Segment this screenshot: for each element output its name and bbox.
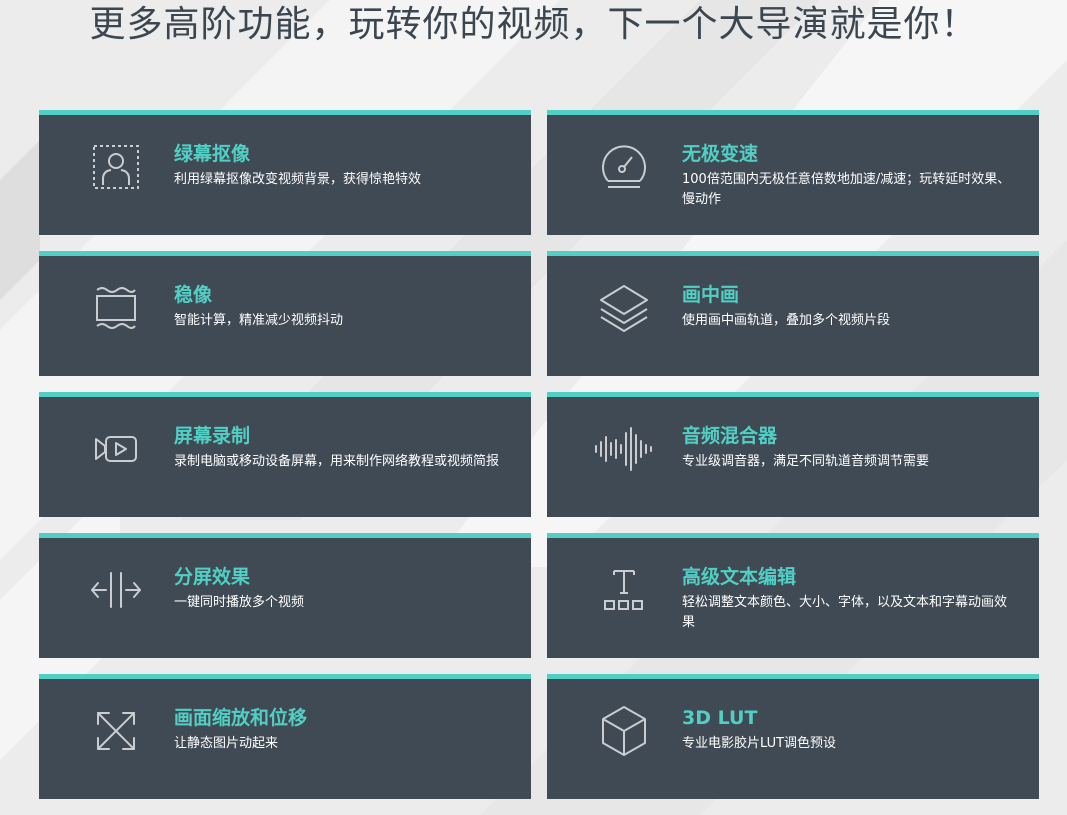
page-title: 更多高阶功能，玩转你的视频，下一个大导演就是你！ <box>89 4 978 45</box>
feature-description: 专业级调音器，满足不同轨道音频调节需要 <box>682 454 930 469</box>
feature-grid: 绿幕抠像 利用绿幕抠像改变视频背景，获得惊艳特效 无极变速 100倍范围内无极任… <box>39 110 1039 799</box>
feature-card-screen-recording: 屏幕录制 录制电脑或移动设备屏幕，用来制作网络教程或视频简报 <box>39 392 531 517</box>
feature-title: 音频混合器 <box>682 425 778 447</box>
feature-title: 画中画 <box>682 284 740 306</box>
feature-card-3d-lut: 3D LUT 专业电影胶片LUT调色预设 <box>547 674 1039 799</box>
feature-description: 利用绿幕抠像改变视频背景，获得惊艳特效 <box>174 172 422 187</box>
cube-icon <box>593 703 655 759</box>
sound-wave-icon <box>593 421 655 477</box>
feature-title: 无极变速 <box>682 143 759 165</box>
feature-card-green-screen: 绿幕抠像 利用绿幕抠像改变视频背景，获得惊艳特效 <box>39 110 531 235</box>
split-screen-icon <box>85 562 147 618</box>
feature-card-split-screen: 分屏效果 一键同时播放多个视频 <box>39 533 531 658</box>
feature-description: 100倍范围内无极任意倍数地加速/减速；玩转延时效果、慢动作 <box>682 172 1011 207</box>
feature-description: 轻松调整文本颜色、大小、字体，以及文本和字幕动画效果 <box>682 595 1008 630</box>
feature-description: 让静态图片动起来 <box>174 736 279 751</box>
feature-description: 使用画中画轨道，叠加多个视频片段 <box>682 313 891 328</box>
feature-card-text-editing: 高级文本编辑 轻松调整文本颜色、大小、字体，以及文本和字幕动画效果 <box>547 533 1039 658</box>
speedometer-icon <box>593 139 655 195</box>
feature-title: 画面缩放和位移 <box>174 707 308 729</box>
stabilization-icon <box>85 280 147 336</box>
feature-title: 稳像 <box>174 284 213 306</box>
feature-card-variable-speed: 无极变速 100倍范围内无极任意倍数地加速/减速；玩转延时效果、慢动作 <box>547 110 1039 235</box>
feature-description: 录制电脑或移动设备屏幕，用来制作网络教程或视频简报 <box>174 454 500 469</box>
layers-icon <box>593 280 655 336</box>
green-screen-icon <box>85 139 147 195</box>
feature-title: 分屏效果 <box>174 566 251 588</box>
text-edit-icon <box>593 562 655 618</box>
pan-zoom-icon <box>85 703 147 759</box>
feature-card-picture-in-picture: 画中画 使用画中画轨道，叠加多个视频片段 <box>547 251 1039 376</box>
feature-title: 屏幕录制 <box>174 425 251 447</box>
feature-card-stabilization: 稳像 智能计算，精准减少视频抖动 <box>39 251 531 376</box>
feature-description: 一键同时播放多个视频 <box>174 595 305 610</box>
feature-description: 专业电影胶片LUT调色预设 <box>682 736 837 751</box>
feature-title: 绿幕抠像 <box>174 143 251 165</box>
feature-card-pan-zoom: 画面缩放和位移 让静态图片动起来 <box>39 674 531 799</box>
feature-title: 3D LUT <box>682 707 758 729</box>
screen-record-icon <box>85 421 147 477</box>
feature-card-audio-mixer: 音频混合器 专业级调音器，满足不同轨道音频调节需要 <box>547 392 1039 517</box>
feature-description: 智能计算，精准减少视频抖动 <box>174 313 344 328</box>
feature-title: 高级文本编辑 <box>682 566 797 588</box>
